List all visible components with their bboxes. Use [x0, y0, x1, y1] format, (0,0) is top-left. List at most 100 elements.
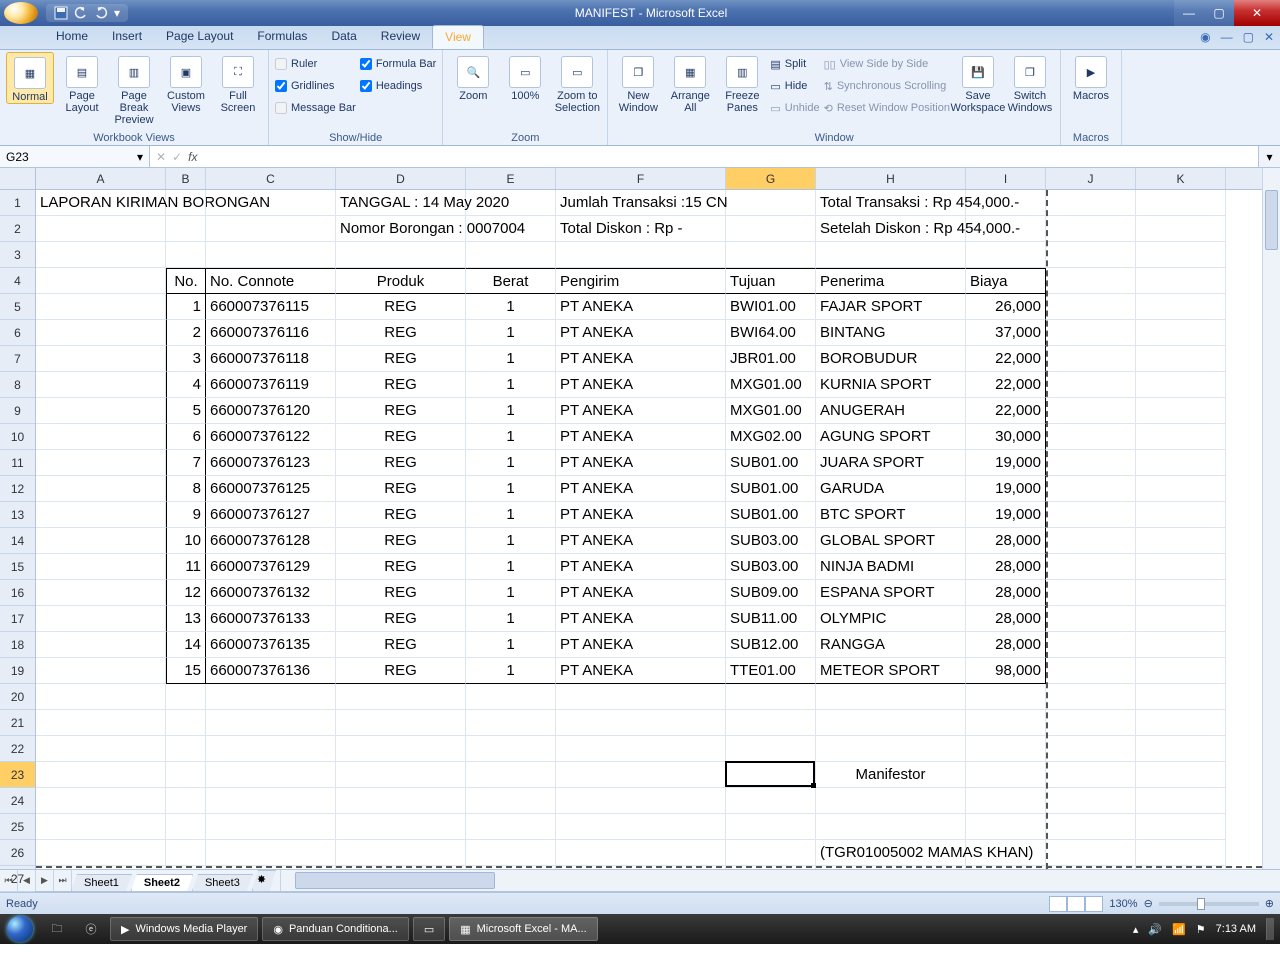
cell[interactable]: 28,000 — [966, 606, 1046, 632]
cell[interactable] — [1136, 346, 1226, 372]
cell[interactable] — [36, 788, 166, 814]
cell[interactable] — [36, 346, 166, 372]
cell[interactable]: REG — [336, 346, 466, 372]
cell[interactable] — [466, 190, 556, 216]
cell[interactable] — [1046, 632, 1136, 658]
page-layout-view-icon[interactable] — [1067, 896, 1085, 912]
cell[interactable]: Setelah Diskon : Rp 454,000.- — [816, 216, 966, 242]
cell[interactable] — [466, 840, 556, 866]
cell[interactable] — [36, 606, 166, 632]
cell[interactable] — [206, 788, 336, 814]
zoom-button[interactable]: 🔍Zoom — [449, 52, 497, 102]
cell[interactable]: PT ANEKA — [556, 346, 726, 372]
cell[interactable]: REG — [336, 424, 466, 450]
taskbar-task[interactable]: ▦Microsoft Excel - MA... — [449, 917, 597, 941]
cell[interactable] — [816, 788, 966, 814]
cell[interactable] — [556, 762, 726, 788]
start-button[interactable] — [0, 914, 40, 944]
cell[interactable]: 15 — [166, 658, 206, 684]
cell[interactable] — [206, 814, 336, 840]
cell[interactable] — [726, 216, 816, 242]
cell[interactable] — [166, 684, 206, 710]
cell[interactable] — [36, 710, 166, 736]
cell[interactable] — [726, 242, 816, 268]
cell[interactable] — [816, 242, 966, 268]
cell[interactable]: REG — [336, 476, 466, 502]
cell[interactable]: SUB03.00 — [726, 554, 816, 580]
cell[interactable] — [466, 866, 556, 869]
cell[interactable] — [166, 710, 206, 736]
ribbon-tab-formulas[interactable]: Formulas — [245, 25, 319, 49]
cell[interactable]: JBR01.00 — [726, 346, 816, 372]
cell[interactable] — [466, 710, 556, 736]
cell[interactable] — [166, 190, 206, 216]
cell[interactable] — [556, 840, 726, 866]
cell[interactable] — [816, 736, 966, 762]
cell[interactable] — [166, 762, 206, 788]
cell[interactable]: 13 — [166, 606, 206, 632]
cell[interactable] — [206, 242, 336, 268]
zoom-in-button[interactable]: ⊕ — [1265, 897, 1274, 910]
row-header-8[interactable]: 8 — [0, 372, 35, 398]
column-header-D[interactable]: D — [336, 168, 466, 189]
macros-button[interactable]: ▶Macros — [1067, 52, 1115, 102]
cell[interactable] — [206, 762, 336, 788]
sync-scroll-button[interactable]: ⇅ Synchronous Scrolling — [824, 76, 950, 96]
cell[interactable]: 19,000 — [966, 476, 1046, 502]
cell[interactable] — [1136, 710, 1226, 736]
cell[interactable]: Penerima — [816, 268, 966, 294]
sheet-tab-sheet1[interactable]: Sheet1 — [71, 874, 132, 891]
cell[interactable]: 11 — [166, 554, 206, 580]
messagebar-checkbox[interactable]: Message Bar — [275, 98, 356, 118]
save-icon[interactable] — [54, 6, 68, 20]
cell[interactable]: REG — [336, 606, 466, 632]
cell[interactable] — [556, 736, 726, 762]
cell[interactable] — [1136, 476, 1226, 502]
cell[interactable] — [206, 866, 336, 869]
cell[interactable]: 1 — [466, 320, 556, 346]
cell[interactable] — [36, 866, 166, 869]
cell[interactable] — [1136, 580, 1226, 606]
cell[interactable] — [1136, 320, 1226, 346]
taskbar-task[interactable]: ▶Windows Media Player — [110, 917, 258, 941]
cell[interactable]: 12 — [166, 580, 206, 606]
cell[interactable]: Jumlah Transaksi :15 CN — [556, 190, 726, 216]
cell[interactable]: SUB03.00 — [726, 528, 816, 554]
cell[interactable]: Manifestor — [816, 762, 966, 788]
cell[interactable]: 22,000 — [966, 346, 1046, 372]
cell[interactable]: BOROBUDUR — [816, 346, 966, 372]
undo-icon[interactable] — [74, 6, 88, 20]
cell[interactable] — [1136, 866, 1226, 869]
cell[interactable]: PT ANEKA — [556, 372, 726, 398]
row-header-20[interactable]: 20 — [0, 684, 35, 710]
hide-button[interactable]: ▭ Hide — [770, 76, 819, 96]
cell[interactable]: Total Diskon : Rp - — [556, 216, 726, 242]
horizontal-scrollbar[interactable] — [280, 870, 1280, 891]
cell[interactable]: PT ANEKA — [556, 580, 726, 606]
cell[interactable]: Biaya — [966, 268, 1046, 294]
cell[interactable]: 28,000 — [966, 580, 1046, 606]
new-sheet-button[interactable]: ✸ — [252, 870, 276, 891]
cell[interactable]: 1 — [466, 632, 556, 658]
ribbon-tab-view[interactable]: View — [432, 25, 484, 49]
column-header-H[interactable]: H — [816, 168, 966, 189]
cell[interactable]: MXG02.00 — [726, 424, 816, 450]
row-headers[interactable]: 1234567891011121314151617181920212223242… — [0, 190, 36, 869]
cell[interactable] — [466, 788, 556, 814]
cell[interactable] — [1046, 216, 1136, 242]
cell[interactable] — [166, 814, 206, 840]
zoom-slider[interactable] — [1159, 902, 1259, 906]
cell[interactable]: JUARA SPORT — [816, 450, 966, 476]
cell[interactable] — [206, 736, 336, 762]
cell[interactable] — [1046, 346, 1136, 372]
ribbon-tab-insert[interactable]: Insert — [100, 25, 154, 49]
row-header-24[interactable]: 24 — [0, 788, 35, 814]
row-header-14[interactable]: 14 — [0, 528, 35, 554]
clock[interactable]: 7:13 AM — [1216, 923, 1256, 935]
taskbar-task[interactable]: ◉Panduan Conditiona... — [262, 917, 408, 941]
cell[interactable]: Berat — [466, 268, 556, 294]
cell[interactable] — [206, 216, 336, 242]
cell[interactable]: 1 — [466, 476, 556, 502]
column-headers[interactable]: ABCDEFGHIJK — [36, 168, 1262, 190]
cell[interactable]: LAPORAN KIRIMAN BORONGAN — [36, 190, 166, 216]
